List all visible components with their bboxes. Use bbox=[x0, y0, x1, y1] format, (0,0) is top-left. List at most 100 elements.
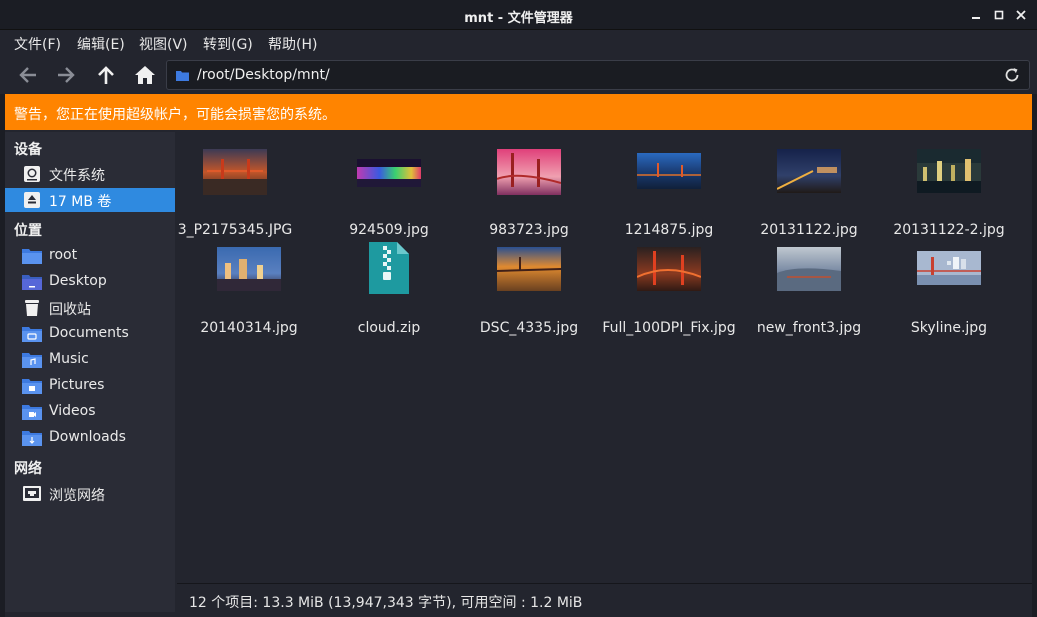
desktop-folder-icon bbox=[22, 275, 42, 290]
file-item[interactable]: 1214875.jpg bbox=[599, 144, 739, 244]
file-item[interactable]: 20131122-2.jpg bbox=[879, 144, 1019, 244]
file-name: new_front3.jpg bbox=[756, 320, 862, 336]
eject-icon bbox=[24, 192, 40, 208]
sidebar-header-places: 位置 bbox=[14, 223, 42, 239]
sidebar-item-documents[interactable]: Documents bbox=[5, 322, 175, 346]
home-icon bbox=[135, 66, 155, 84]
videos-folder-icon bbox=[22, 405, 42, 420]
menu-go[interactable]: 转到(G) bbox=[203, 34, 253, 54]
file-name: DSC_4335.jpg bbox=[479, 320, 579, 336]
minimize-icon bbox=[972, 17, 980, 19]
image-thumbnail bbox=[637, 247, 701, 291]
menu-bar: 文件(F) 编辑(E) 视图(V) 转到(G) 帮助(H) bbox=[0, 30, 1037, 56]
toolbar: /root/Desktop/mnt/ bbox=[0, 56, 1037, 94]
file-name: 20131122.jpg bbox=[760, 222, 858, 238]
sidebar-item-filesystem[interactable]: 文件系统 bbox=[5, 162, 175, 186]
pictures-folder-icon bbox=[22, 379, 42, 394]
image-thumbnail bbox=[917, 149, 981, 193]
file-item[interactable]: 983723.jpg bbox=[459, 144, 599, 244]
image-thumbnail bbox=[203, 149, 267, 195]
sidebar-item-label: Desktop bbox=[49, 273, 107, 289]
sidebar-item-label: root bbox=[49, 247, 78, 263]
file-item[interactable]: new_front3.jpg bbox=[739, 242, 879, 342]
menu-view[interactable]: 视图(V) bbox=[139, 34, 188, 54]
sidebar-header-devices: 设备 bbox=[14, 142, 42, 158]
close-button[interactable] bbox=[1012, 6, 1030, 24]
maximize-icon bbox=[994, 10, 1004, 20]
up-button[interactable] bbox=[91, 60, 121, 90]
sidebar-item-network[interactable]: 浏览网络 bbox=[5, 482, 175, 506]
sidebar-header-network: 网络 bbox=[14, 461, 42, 477]
sidebar-item-label: Pictures bbox=[49, 377, 105, 393]
zip-archive-icon bbox=[369, 242, 409, 294]
minimize-button[interactable] bbox=[967, 6, 985, 24]
status-text: 12 个项目: 13.3 MiB (13,947,343 字节), 可用空间 :… bbox=[189, 595, 583, 611]
sidebar: 设备 文件系统 17 MB 卷 位置 root Desktop 回收站 Docu… bbox=[5, 132, 175, 612]
maximize-button[interactable] bbox=[990, 6, 1008, 24]
file-item[interactable]: DSC_4335.jpg bbox=[459, 242, 599, 342]
sidebar-item-label: Videos bbox=[49, 403, 96, 419]
file-item[interactable]: 20140314.jpg bbox=[179, 242, 319, 342]
title-bar: mnt - 文件管理器 bbox=[0, 0, 1037, 30]
sidebar-item-label: Music bbox=[49, 351, 89, 367]
image-thumbnail bbox=[497, 247, 561, 291]
forward-button[interactable] bbox=[51, 60, 81, 90]
file-item[interactable]: 20131122.jpg bbox=[739, 144, 879, 244]
sidebar-item-volume[interactable]: 17 MB 卷 bbox=[5, 188, 175, 212]
sidebar-item-desktop[interactable]: Desktop bbox=[5, 270, 175, 294]
root-warning-banner: 警告，您正在使用超级帐户，可能会损害您的系统。 bbox=[5, 94, 1032, 130]
location-path[interactable]: /root/Desktop/mnt/ bbox=[197, 67, 330, 83]
home-folder-icon bbox=[22, 249, 42, 264]
file-name: 924509.jpg bbox=[349, 222, 429, 238]
sidebar-item-pictures[interactable]: Pictures bbox=[5, 374, 175, 398]
image-thumbnail bbox=[637, 153, 701, 189]
file-name: cloud.zip bbox=[357, 320, 421, 336]
sidebar-item-downloads[interactable]: Downloads bbox=[5, 426, 175, 450]
file-name: 983723.jpg bbox=[489, 222, 569, 238]
reload-icon[interactable] bbox=[1003, 66, 1021, 84]
file-item[interactable]: Full_100DPI_Fix.jpg bbox=[599, 242, 739, 342]
back-button[interactable] bbox=[13, 60, 43, 90]
documents-folder-icon bbox=[22, 327, 42, 342]
folder-icon bbox=[176, 71, 189, 81]
file-item[interactable]: cloud.zip bbox=[319, 242, 459, 342]
close-icon bbox=[1016, 10, 1026, 20]
file-name: Full_100DPI_Fix.jpg bbox=[602, 320, 736, 336]
image-thumbnail bbox=[497, 149, 561, 195]
arrow-left-icon bbox=[19, 67, 36, 83]
network-icon bbox=[23, 486, 41, 501]
file-item[interactable]: 924509.jpg bbox=[319, 144, 459, 244]
sidebar-item-videos[interactable]: Videos bbox=[5, 400, 175, 424]
image-thumbnail bbox=[777, 149, 841, 193]
file-item[interactable]: Skyline.jpg bbox=[879, 242, 1019, 342]
file-name: 3_P2175345.JPG bbox=[177, 222, 293, 238]
file-name: 1214875.jpg bbox=[624, 222, 714, 238]
arrow-up-icon bbox=[98, 66, 114, 84]
menu-edit[interactable]: 编辑(E) bbox=[77, 34, 125, 54]
downloads-folder-icon bbox=[22, 431, 42, 446]
music-folder-icon bbox=[22, 353, 42, 368]
home-button[interactable] bbox=[130, 60, 160, 90]
menu-file[interactable]: 文件(F) bbox=[14, 34, 61, 54]
sidebar-item-label: Downloads bbox=[49, 429, 126, 445]
image-thumbnail bbox=[777, 247, 841, 291]
file-view: 3_P2175345.JPG 924509.jpg 983723.jpg 121… bbox=[177, 132, 1032, 582]
sidebar-item-label: 17 MB 卷 bbox=[49, 194, 112, 210]
sidebar-item-music[interactable]: Music bbox=[5, 348, 175, 372]
file-name: Skyline.jpg bbox=[910, 320, 988, 336]
sidebar-item-trash[interactable]: 回收站 bbox=[5, 296, 175, 320]
warning-text: 警告，您正在使用超级帐户，可能会损害您的系统。 bbox=[14, 107, 336, 123]
location-bar[interactable]: /root/Desktop/mnt/ bbox=[166, 60, 1030, 90]
sidebar-item-root[interactable]: root bbox=[5, 244, 175, 268]
sidebar-item-label: 回收站 bbox=[49, 302, 91, 318]
file-name: 20131122-2.jpg bbox=[893, 222, 1005, 238]
trash-icon bbox=[25, 300, 39, 316]
file-name: 20140314.jpg bbox=[200, 320, 298, 336]
image-thumbnail bbox=[357, 159, 421, 187]
window-title: mnt - 文件管理器 bbox=[464, 11, 573, 26]
menu-help[interactable]: 帮助(H) bbox=[268, 34, 317, 54]
harddisk-icon bbox=[24, 166, 40, 182]
file-item[interactable]: 3_P2175345.JPG bbox=[165, 144, 305, 244]
sidebar-item-label: 浏览网络 bbox=[49, 488, 105, 504]
image-thumbnail bbox=[217, 247, 281, 291]
